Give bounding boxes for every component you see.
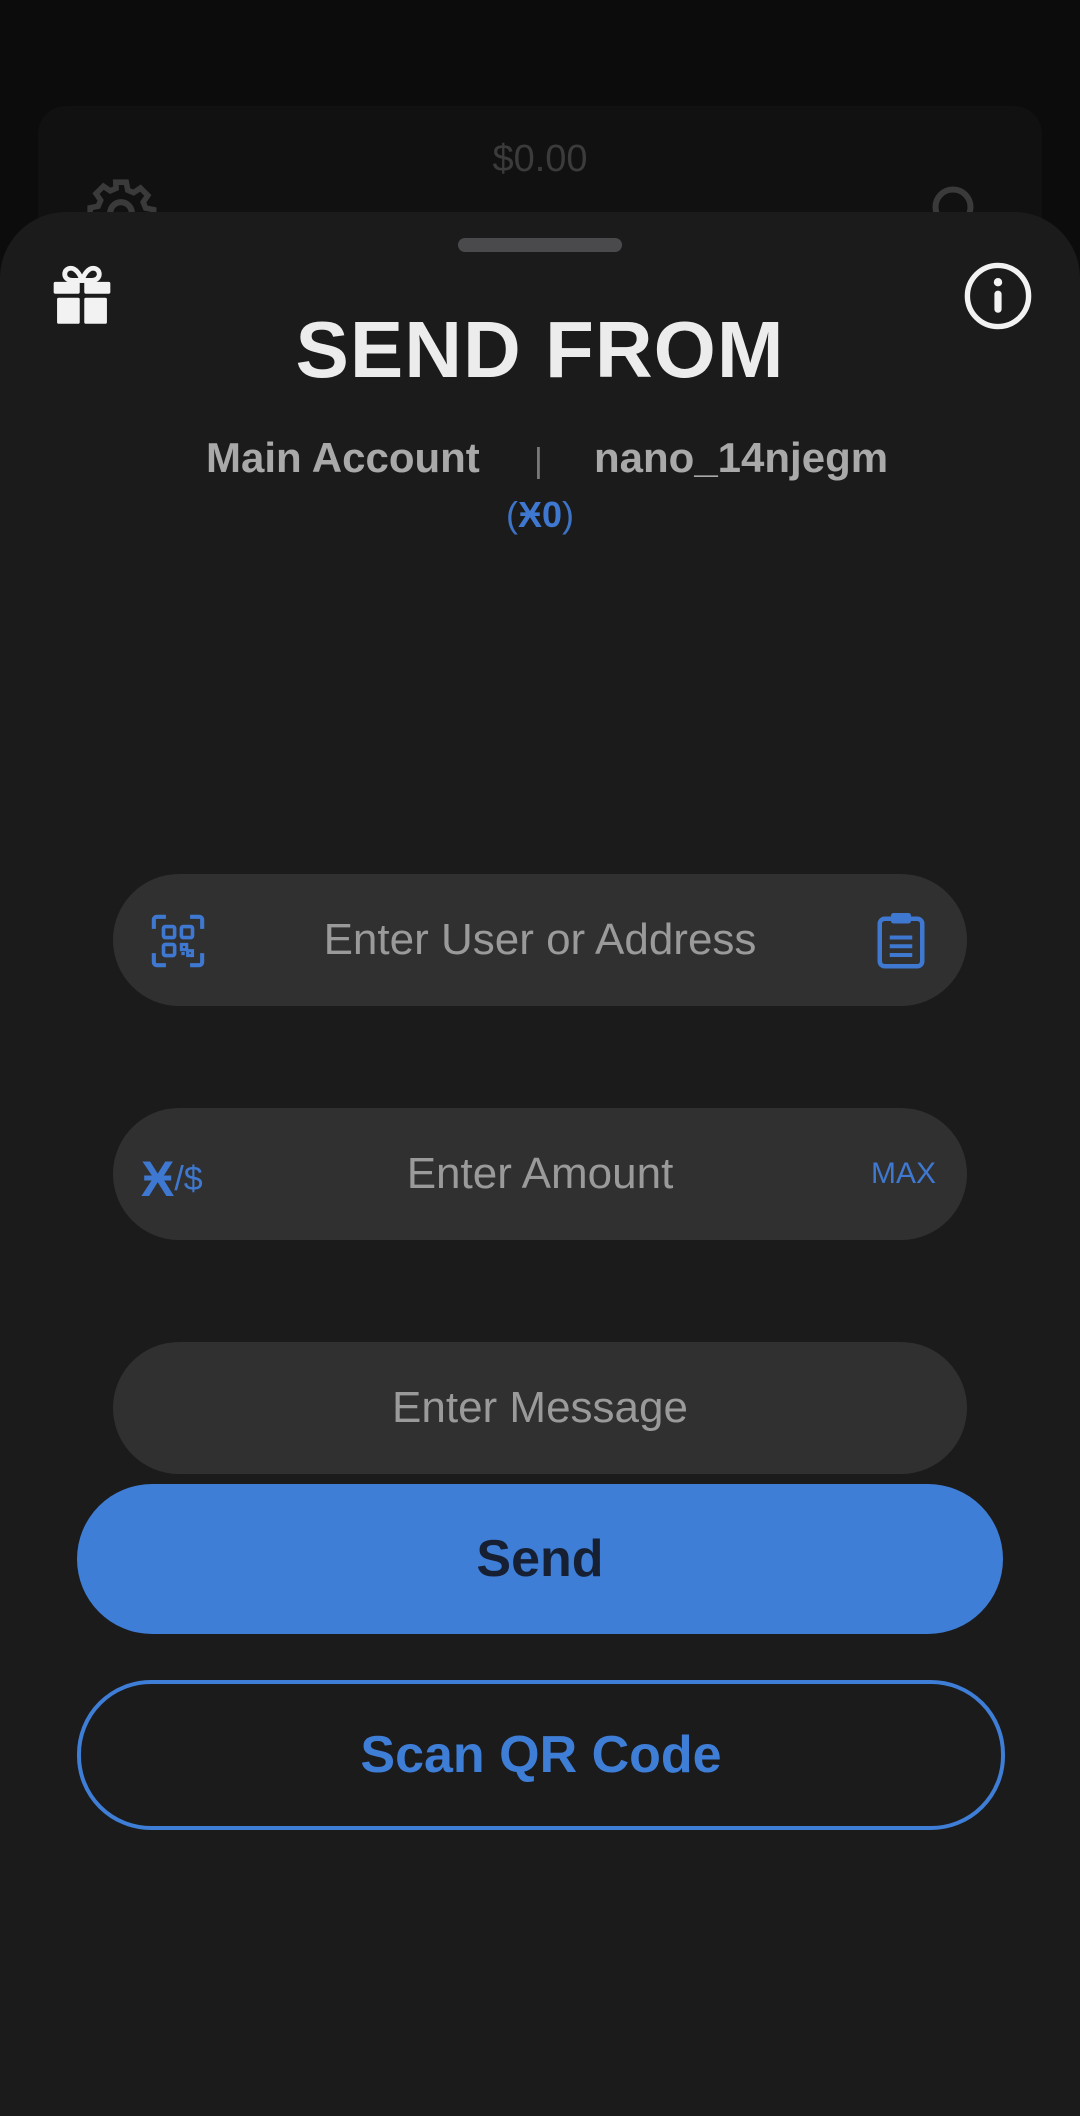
screen: $0.00 SEND FROM Main Account | nano_14nj… — [0, 0, 1080, 2116]
message-input[interactable]: Enter Message — [113, 1342, 967, 1474]
send-sheet: SEND FROM Main Account | nano_14njegm (Ӿ… — [0, 212, 1080, 2116]
background-balance: $0.00 — [492, 138, 588, 180]
account-selector[interactable]: Main Account | nano_14njegm — [0, 434, 1080, 490]
amount-input[interactable]: Enter Amount — [113, 1108, 967, 1240]
balance-close-paren: ) — [562, 494, 575, 535]
max-button[interactable]: MAX — [871, 1108, 936, 1240]
balance-value: 0 — [541, 494, 563, 535]
balance-open-paren: ( — [505, 494, 518, 535]
nano-symbol: Ӿ — [517, 494, 542, 535]
address-field[interactable]: Enter User or Address — [113, 874, 967, 1006]
account-address: nano_14njegm — [594, 434, 889, 481]
sheet-drag-handle[interactable] — [458, 238, 622, 252]
amount-field[interactable]: Ӿ/$ Enter Amount MAX — [113, 1108, 967, 1240]
sheet-title: SEND FROM — [295, 305, 785, 394]
clipboard-icon[interactable] — [875, 910, 927, 970]
account-name: Main Account — [206, 434, 480, 481]
send-button[interactable]: Send — [77, 1484, 1003, 1634]
address-input[interactable]: Enter User or Address — [113, 874, 967, 1006]
account-balance: (Ӿ0) — [0, 494, 1080, 536]
account-separator: | — [534, 442, 543, 480]
scan-qr-button[interactable]: Scan QR Code — [77, 1680, 1005, 1830]
message-field[interactable]: Enter Message — [113, 1342, 967, 1474]
